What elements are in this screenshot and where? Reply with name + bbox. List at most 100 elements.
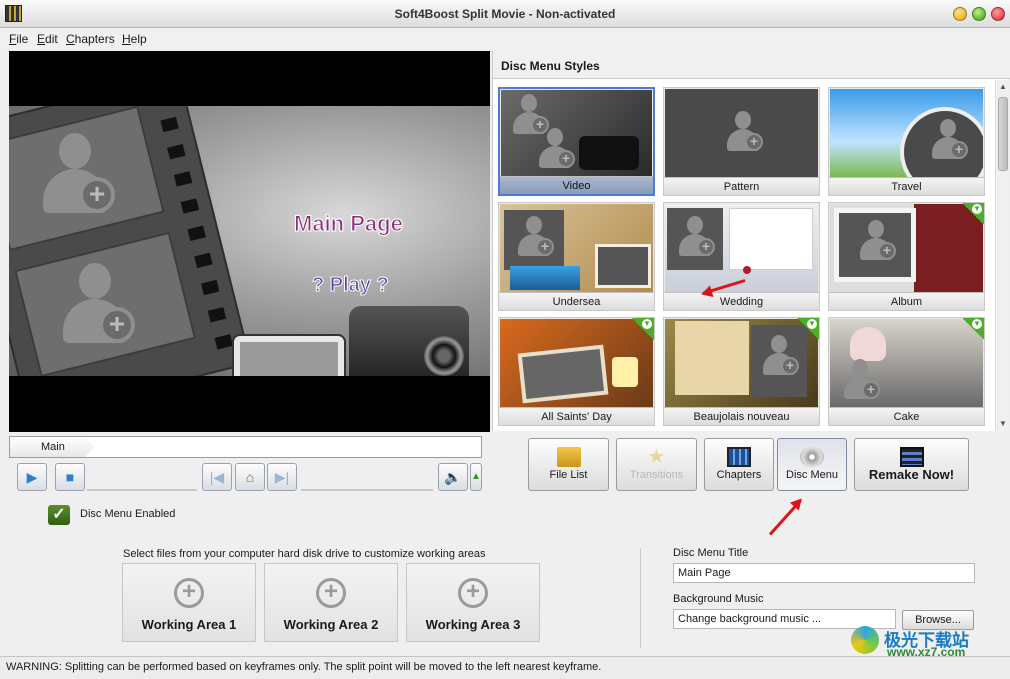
- scroll-thumb[interactable]: [998, 97, 1008, 171]
- working-area-1[interactable]: + Working Area 1: [122, 563, 256, 642]
- placeholder-person-icon: +: [717, 107, 769, 159]
- style-gallery: + + Video + Pattern + Travel + Undersea …: [493, 80, 993, 431]
- folder-film-icon: [556, 447, 581, 467]
- preview-play-text: ? Play ?: [312, 274, 390, 297]
- film-hole: [167, 143, 186, 160]
- working-areas-caption: Select files from your computer hard dis…: [123, 548, 486, 560]
- placeholder-person-icon: +: [23, 125, 127, 229]
- close-button[interactable]: [991, 7, 1005, 21]
- transitions-button[interactable]: ★ Transitions: [616, 438, 697, 491]
- photo-frame: [595, 244, 651, 288]
- menu-edit[interactable]: Edit: [37, 32, 58, 46]
- volume-level-icon: ▲: [471, 471, 481, 482]
- placeholder-person-icon: +: [508, 212, 560, 264]
- watermark: 极光下载站 www.xz7.com: [851, 626, 1006, 659]
- placeholder-person-icon: +: [43, 255, 147, 359]
- film-hole: [173, 171, 193, 187]
- home-icon: ⌂: [245, 469, 255, 485]
- style-tile-cake[interactable]: + ▼ Cake: [828, 317, 985, 426]
- chapters-button[interactable]: Chapters: [704, 438, 774, 491]
- placeholder-person-icon: +: [669, 212, 721, 264]
- style-thumb: +: [665, 319, 818, 407]
- annotation-arrow: [768, 499, 802, 536]
- remake-now-label: Remake Now!: [868, 467, 955, 482]
- remake-now-button[interactable]: Remake Now!: [854, 438, 969, 491]
- previous-chapter-button[interactable]: |◀: [202, 463, 232, 491]
- play-button[interactable]: ▶: [17, 463, 47, 491]
- stop-button[interactable]: ■: [55, 463, 85, 491]
- scroll-up-icon[interactable]: ▲: [996, 80, 1010, 94]
- speaker-icon: 🔈: [444, 469, 462, 485]
- disc-menu-button[interactable]: Disc Menu: [777, 438, 847, 491]
- timeline-tab-main[interactable]: Main: [10, 437, 95, 457]
- disc-menu-enabled-label: Disc Menu Enabled: [80, 508, 176, 520]
- disc-menu-title-field[interactable]: Main Page: [673, 563, 975, 583]
- film-hole: [180, 198, 200, 214]
- style-tile-all-saints-day[interactable]: ▼ All Saints' Day: [498, 317, 655, 426]
- title-bar: Soft4Boost Split Movie - Non-activated: [0, 0, 1010, 28]
- download-badge-icon: ▼: [962, 203, 984, 225]
- style-label: Video: [500, 176, 653, 194]
- scroll-down-icon[interactable]: ▼: [996, 417, 1010, 431]
- checkmark-icon: ✓: [48, 505, 70, 525]
- download-badge-icon: ▼: [632, 318, 654, 340]
- style-thumb: + +: [501, 90, 652, 178]
- window-title: Soft4Boost Split Movie - Non-activated: [394, 7, 616, 21]
- volume-track: [301, 489, 433, 491]
- parchment-note: [675, 321, 749, 395]
- style-label: Album: [829, 292, 984, 310]
- style-tile-beaujolais-nouveau[interactable]: + ▼ Beaujolais nouveau: [663, 317, 820, 426]
- style-thumb: +: [830, 89, 983, 177]
- menu-chapters[interactable]: Chapters: [66, 32, 115, 46]
- style-label: All Saints' Day: [499, 407, 654, 425]
- minimize-button[interactable]: [953, 7, 967, 21]
- film-hole: [200, 279, 220, 296]
- style-tile-pattern[interactable]: + Pattern: [663, 87, 820, 196]
- working-area-2[interactable]: + Working Area 2: [264, 563, 398, 642]
- photo-frame: [517, 344, 609, 404]
- maximize-button[interactable]: [972, 7, 986, 21]
- style-label: Travel: [829, 177, 984, 195]
- preview-area: + + Main Page ? Play ?: [9, 51, 490, 432]
- skip-back-icon: |◀: [209, 469, 225, 485]
- home-button[interactable]: ⌂: [235, 463, 265, 491]
- watermark-url: www.xz7.com: [887, 645, 966, 659]
- next-chapter-button[interactable]: ▶|: [267, 463, 297, 491]
- background-music-label: Background Music: [673, 593, 764, 605]
- working-area-3[interactable]: + Working Area 3: [406, 563, 540, 642]
- skip-forward-icon: ▶|: [274, 469, 290, 485]
- download-badge-icon: ▼: [797, 318, 819, 340]
- styles-scrollbar[interactable]: ▲ ▼: [995, 80, 1009, 431]
- style-tile-undersea[interactable]: + Undersea: [498, 202, 655, 311]
- sea-photo: [510, 266, 580, 290]
- working-area-label: Working Area 2: [283, 617, 379, 632]
- camcorder-icon: [579, 136, 639, 170]
- watermark-logo-icon: [851, 626, 879, 654]
- placeholder-person-icon: +: [834, 355, 886, 407]
- style-label: Beaujolais nouveau: [664, 407, 819, 425]
- styles-header: Disc Menu Styles: [493, 51, 1010, 79]
- style-tile-album[interactable]: + ▼ Album: [828, 202, 985, 311]
- transport-controls: ▶ ■ |◀ ⌂ ▶| 🔈 ▲: [9, 461, 484, 493]
- menu-help[interactable]: Help: [122, 32, 147, 46]
- transitions-label: Transitions: [629, 469, 684, 481]
- add-icon: +: [458, 578, 488, 608]
- style-tile-wedding[interactable]: + Wedding: [663, 202, 820, 311]
- style-tile-travel[interactable]: + Travel: [828, 87, 985, 196]
- camcorder-icon: [234, 296, 469, 376]
- volume-button[interactable]: 🔈: [438, 463, 468, 491]
- film-hole: [214, 334, 233, 350]
- file-list-button[interactable]: File List: [528, 438, 609, 491]
- film-hole: [160, 116, 179, 133]
- star-icon: ★: [647, 446, 666, 468]
- status-bar: WARNING: Splitting can be performed base…: [0, 656, 1010, 679]
- timeline-bar[interactable]: Main: [9, 436, 482, 458]
- menu-file[interactable]: File: [9, 32, 28, 46]
- placeholder-person-icon: +: [529, 124, 581, 176]
- chapters-label: Chapters: [716, 469, 762, 481]
- volume-slider[interactable]: ▲: [470, 463, 482, 491]
- style-label: Pattern: [664, 177, 819, 195]
- menu-bar: File Edit Chapters Help: [0, 28, 1010, 49]
- disc-menu-label: Disc Menu: [786, 469, 838, 481]
- style-tile-video[interactable]: + + Video: [498, 87, 655, 196]
